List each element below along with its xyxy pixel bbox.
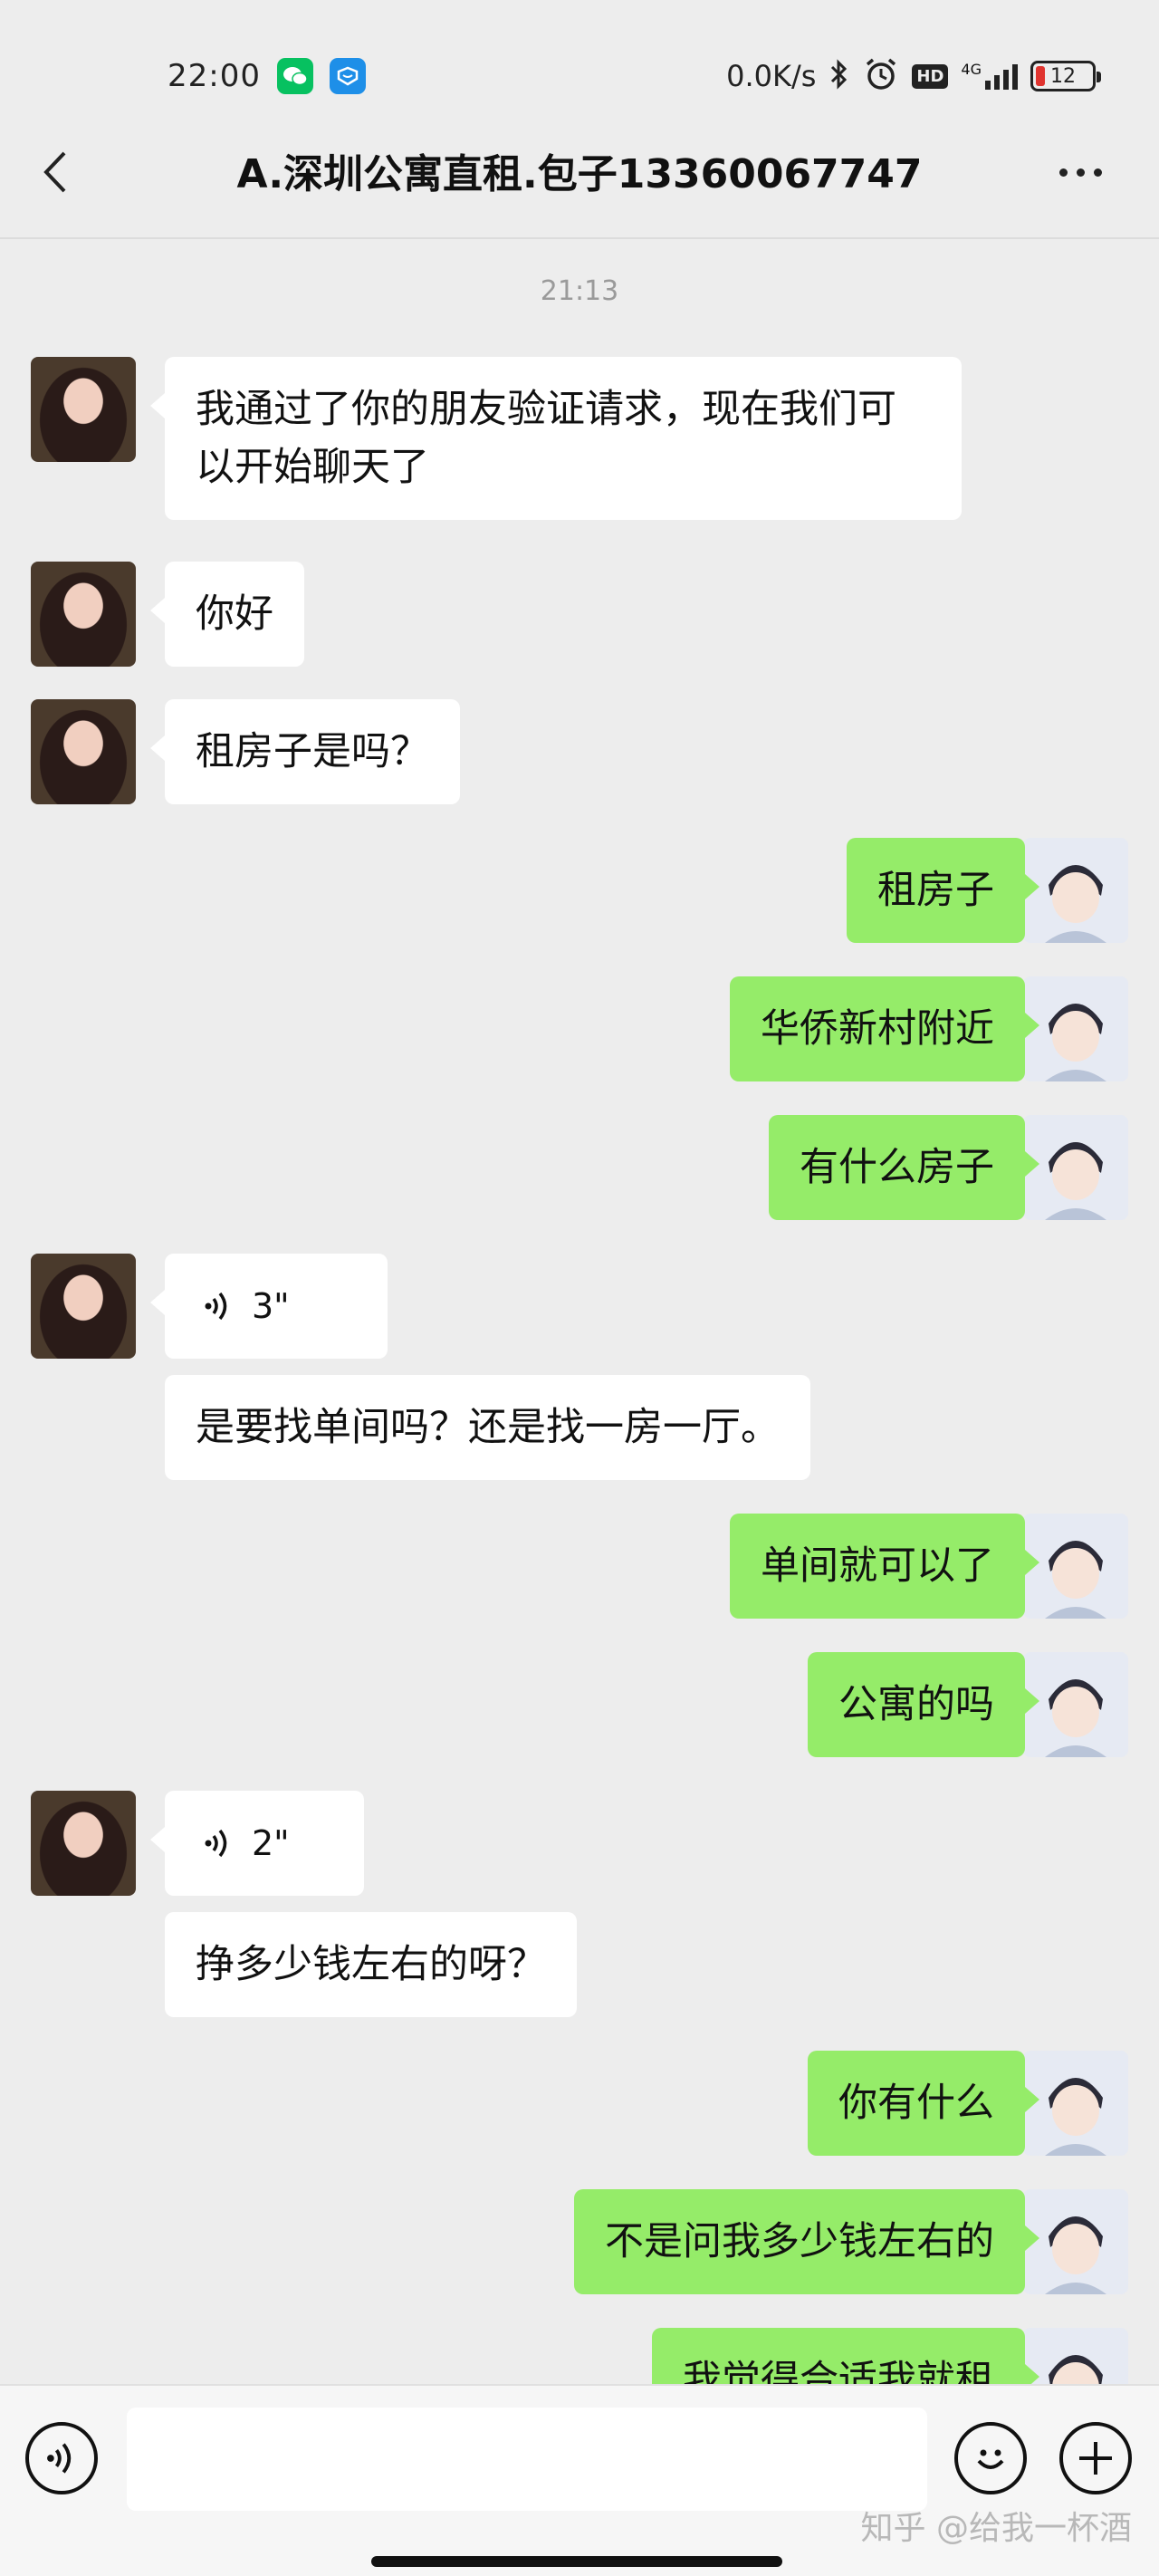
add-button[interactable] xyxy=(1059,2422,1132,2494)
wechat-notification-icon xyxy=(276,58,313,94)
chat-timestamp: 21:13 xyxy=(540,275,619,307)
status-left: 22:00 xyxy=(168,58,366,94)
emoji-button[interactable] xyxy=(954,2422,1027,2494)
message-input[interactable] xyxy=(127,2408,927,2511)
message-text: 华侨新村附近 xyxy=(761,1006,994,1052)
voice-message[interactable]: 3" xyxy=(150,1254,388,1359)
voice-duration: 3" xyxy=(252,1286,290,1326)
message-bubble[interactable]: 公寓的吗 xyxy=(808,1652,1039,1757)
message-bubble[interactable]: 单间就可以了 xyxy=(730,1514,1039,1619)
more-button[interactable] xyxy=(1049,154,1112,190)
message-text: 你好 xyxy=(196,591,273,637)
header-divider xyxy=(0,237,1159,239)
message-text: 租房子是吗？ xyxy=(196,729,429,774)
message-bubble[interactable]: 租房子是吗？ xyxy=(150,699,460,804)
emoji-icon xyxy=(977,2449,1004,2469)
status-time: 22:00 xyxy=(168,58,261,94)
message-text: 你有什么 xyxy=(838,2081,994,2126)
battery-level: 12 xyxy=(1050,64,1076,88)
watermark: 知乎 @给我一杯酒 xyxy=(860,2510,1132,2547)
input-bar: 知乎 @给我一杯酒 xyxy=(0,2384,1159,2576)
message-bubble[interactable]: 挣多少钱左右的呀？ xyxy=(165,1912,577,2017)
voice-duration: 2" xyxy=(252,1823,290,1863)
battery-icon: 12 xyxy=(1030,61,1101,91)
contact-avatar[interactable] xyxy=(31,1791,136,1896)
home-indicator[interactable] xyxy=(371,2556,782,2567)
message-bubble[interactable]: 有什么房子 xyxy=(769,1115,1039,1220)
voice-wave-icon xyxy=(205,1829,227,1858)
net-speed: 0.0K/s xyxy=(726,59,817,93)
message-text: 公寓的吗 xyxy=(838,1682,994,1727)
contact-avatar[interactable] xyxy=(31,699,136,804)
message-text: 挣多少钱左右的呀？ xyxy=(196,1942,546,1987)
signal-icon: 4G xyxy=(961,62,1018,90)
status-bar: 22:00 0.0K/s HD 4G 12 xyxy=(0,0,1159,156)
add-icon xyxy=(1079,2442,1112,2475)
contact-avatar[interactable] xyxy=(31,562,136,667)
message-text: 单间就可以了 xyxy=(761,1543,994,1589)
voice-input-button[interactable] xyxy=(25,2422,98,2494)
message-bubble[interactable]: 不是问我多少钱左右的 xyxy=(574,2189,1039,2294)
hd-icon: HD xyxy=(912,63,949,89)
network-type-label: 4G xyxy=(961,61,982,78)
message-bubble[interactable]: 我通过了你的朋友验证请求，现在我们可以开始聊天了 xyxy=(150,357,962,520)
message-bubble[interactable]: 华侨新村附近 xyxy=(730,976,1039,1081)
message-bubble[interactable]: 你有什么 xyxy=(808,2051,1039,2156)
contact-avatar[interactable] xyxy=(31,357,136,462)
voice-wave-icon xyxy=(205,1292,227,1321)
bluetooth-icon xyxy=(829,58,850,94)
status-right: 0.0K/s HD 4G 12 xyxy=(726,56,1101,96)
message-text: 不是问我多少钱左右的 xyxy=(605,2219,994,2264)
message-text: 我通过了你的朋友验证请求，现在我们可以开始聊天了 xyxy=(196,387,896,490)
message-text: 是要找单间吗？还是找一房一厅。 xyxy=(196,1405,780,1450)
more-icon xyxy=(1058,168,1068,177)
alarm-icon xyxy=(863,56,899,96)
voice-input-icon xyxy=(47,2443,72,2474)
voice-message[interactable]: 2" xyxy=(150,1791,364,1896)
app-notification-icon xyxy=(329,58,366,94)
message-text: 有什么房子 xyxy=(800,1145,994,1190)
message-bubble[interactable]: 你好 xyxy=(150,562,304,667)
message-bubble[interactable]: 租房子 xyxy=(847,838,1039,943)
chat-title: A.深圳公寓直租.包子13360067747 xyxy=(236,151,923,197)
message-text: 租房子 xyxy=(877,868,994,913)
contact-avatar[interactable] xyxy=(31,1254,136,1359)
message-bubble[interactable]: 是要找单间吗？还是找一房一厅。 xyxy=(165,1375,810,1480)
